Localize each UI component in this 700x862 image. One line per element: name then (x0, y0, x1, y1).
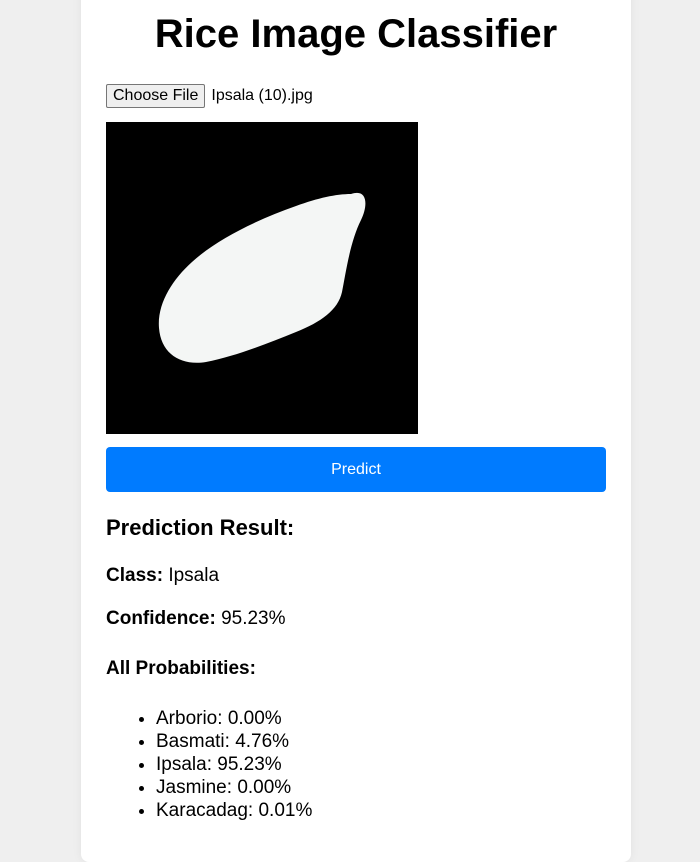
prob-name: Basmati (156, 731, 225, 752)
page-title: Rice Image Classifier (154, 12, 558, 56)
class-label: Class: (106, 565, 164, 586)
confidence-line: Confidence: 95.23% (106, 607, 286, 631)
prob-value: 0.00% (227, 708, 282, 729)
confidence-value: 95.23% (221, 608, 286, 629)
class-value: Ipsala (168, 565, 220, 586)
result-heading: Prediction Result: (106, 515, 295, 540)
file-input[interactable]: Choose File Ipsala (10).jpg (106, 84, 313, 108)
class-line: Class: Ipsala (106, 564, 219, 588)
selected-file-name: Ipsala (10).jpg (211, 87, 313, 104)
image-preview (106, 122, 418, 434)
prob-name: Jasmine (156, 777, 227, 798)
confidence-label: Confidence: (106, 608, 216, 629)
prob-value: 0.00% (237, 777, 292, 798)
list-item: Karacadag: 0.01% (156, 799, 312, 822)
list-item: Jasmine: 0.00% (156, 776, 312, 799)
probabilities-list: Arborio: 0.00% Basmati: 4.76% Ipsala: 95… (106, 707, 312, 822)
prob-name: Karacadag (156, 800, 248, 821)
prob-name: Arborio (156, 708, 218, 729)
predict-button[interactable]: Predict (106, 447, 606, 492)
prob-value: 0.01% (258, 800, 313, 821)
probabilities-heading: All Probabilities: (106, 658, 256, 679)
choose-file-button[interactable]: Choose File (106, 84, 206, 108)
rice-grain-image (106, 122, 418, 434)
prob-value: 4.76% (235, 731, 290, 752)
list-item: Ipsala: 95.23% (156, 753, 312, 776)
list-item: Arborio: 0.00% (156, 707, 312, 730)
prob-value: 95.23% (217, 754, 282, 775)
prob-name: Ipsala (156, 754, 207, 775)
list-item: Basmati: 4.76% (156, 730, 312, 753)
